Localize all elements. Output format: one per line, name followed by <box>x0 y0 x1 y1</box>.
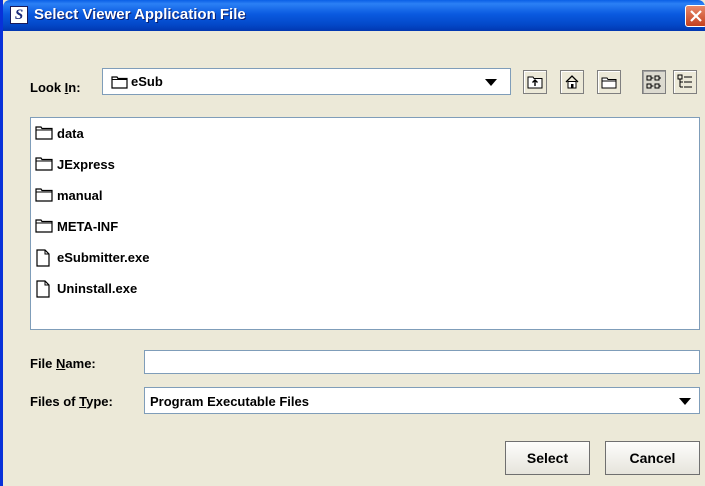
folder-icon <box>35 126 53 140</box>
file-chooser-dialog: S Select Viewer Application File Look In… <box>0 0 705 486</box>
look-in-label: Look In: <box>30 80 81 95</box>
list-view-button[interactable] <box>642 70 666 94</box>
cancel-button[interactable]: Cancel <box>605 441 700 475</box>
folder-icon <box>35 188 53 202</box>
file-icon <box>36 280 50 298</box>
file-name: manual <box>57 188 103 203</box>
home-icon <box>565 75 579 89</box>
file-name: META-INF <box>57 219 119 234</box>
app-icon: S <box>10 6 28 24</box>
up-one-level-button[interactable] <box>523 70 547 94</box>
close-icon <box>690 10 702 22</box>
folder-icon <box>35 219 53 233</box>
title-bar[interactable]: S Select Viewer Application File <box>3 0 705 31</box>
file-name: JExpress <box>57 157 115 172</box>
file-name: data <box>57 126 84 141</box>
file-name: Uninstall.exe <box>57 281 138 296</box>
files-of-type-combo[interactable]: Program Executable Files <box>144 387 700 414</box>
file-name-input[interactable] <box>144 350 700 374</box>
file-icon <box>36 249 50 267</box>
up-folder-icon <box>527 76 543 89</box>
folder-icon <box>111 76 128 89</box>
look-in-value: eSub <box>131 74 163 89</box>
list-view-icon <box>646 75 661 89</box>
details-view-button[interactable] <box>673 70 697 94</box>
details-view-icon <box>677 74 692 88</box>
new-folder-button[interactable] <box>597 70 621 94</box>
file-list[interactable]: data JExpress manual META-INF eSubmitter… <box>30 117 700 330</box>
new-folder-icon <box>601 77 617 89</box>
files-of-type-value: Program Executable Files <box>150 394 309 409</box>
chevron-down-icon[interactable] <box>485 79 497 86</box>
home-button[interactable] <box>560 70 584 94</box>
window-title: Select Viewer Application File <box>34 6 246 23</box>
files-of-type-label: Files of Type: <box>30 394 113 409</box>
look-in-combo[interactable]: eSub <box>102 68 511 95</box>
file-name-label: File Name: <box>30 356 96 371</box>
folder-icon <box>35 157 53 171</box>
select-button[interactable]: Select <box>505 441 590 475</box>
chevron-down-icon[interactable] <box>679 398 691 405</box>
close-button[interactable] <box>685 5 705 27</box>
file-name: eSubmitter.exe <box>57 250 150 265</box>
